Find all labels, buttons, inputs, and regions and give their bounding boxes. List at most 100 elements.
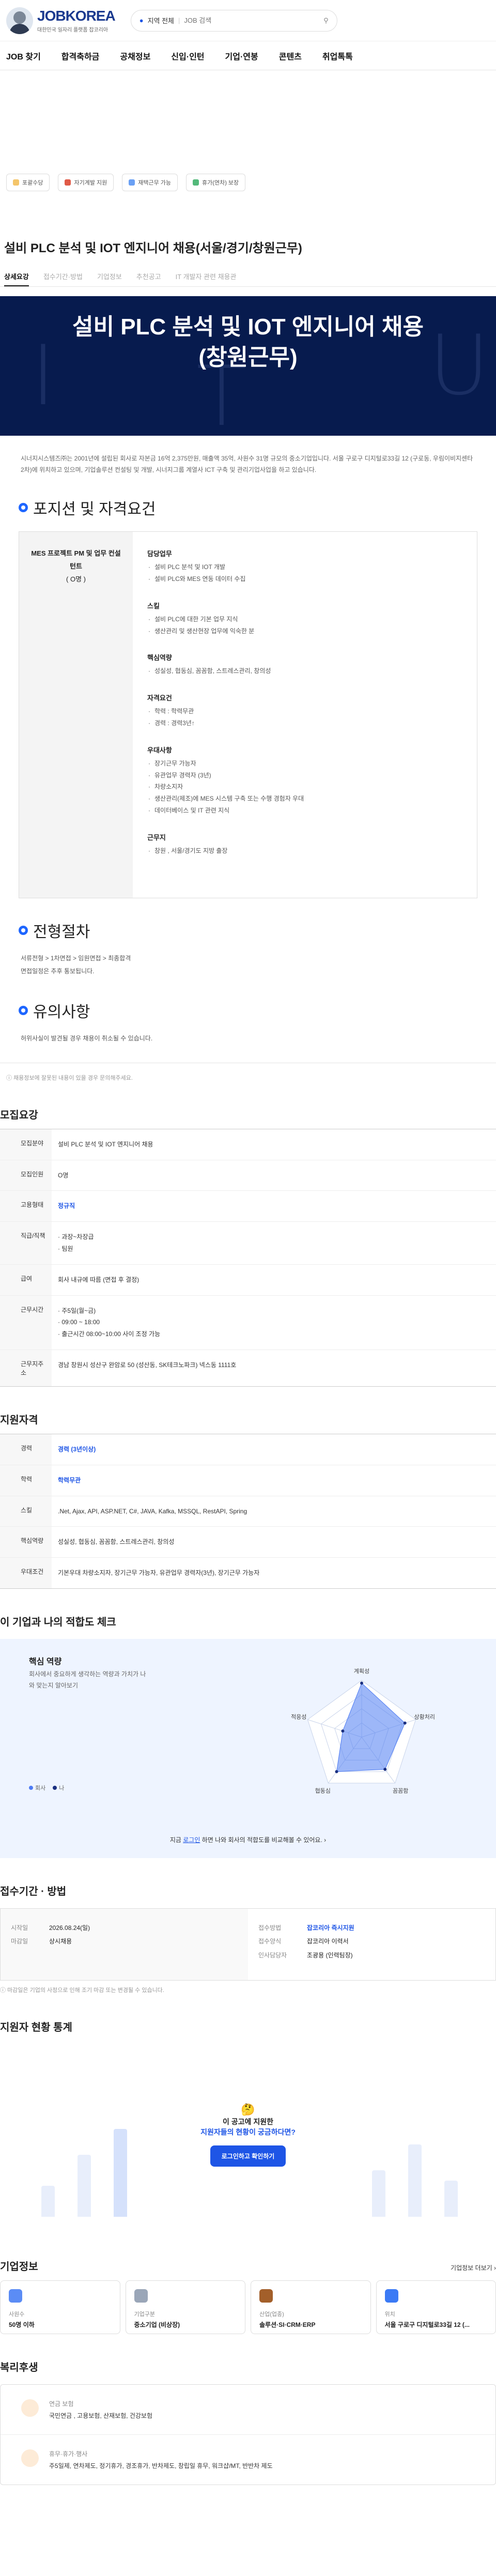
stats-panel: 🤔 이 공고에 지원한 지원자들의 현황이 궁금하다면? 로그인하고 확인하기 bbox=[0, 2046, 496, 2237]
chip-label: 재택근무 가능 bbox=[138, 180, 172, 186]
company-card-icon bbox=[384, 2289, 398, 2303]
location-select[interactable]: 지역 전체 bbox=[148, 16, 174, 25]
apply-methods: 접수방법 잡코리아 즉시지원 접수양식 잡코리아 이력서 인사담당자 조광용 (인력팀장) bbox=[248, 1908, 495, 1980]
process-step: 서류전형 > 1차면접 > 임원면접 > 최종합격 bbox=[21, 955, 131, 962]
hero-title: 설비 PLC 분석 및 IOT 엔지니어 채용 (창원근무) bbox=[0, 312, 496, 373]
radar-axis-label: 꼼꼼함 bbox=[393, 1787, 408, 1794]
chart-legend: 회사 나 bbox=[29, 1784, 64, 1792]
group-list: 장기근무 가능자유관업무 경력자 (3년)차량소지자생산관리(제조)에 MES … bbox=[147, 758, 462, 817]
welfare-category: 휴무·휴가·행사 bbox=[49, 2450, 88, 2458]
nav-public-recruit[interactable]: 공채정보 bbox=[120, 50, 150, 62]
summary-value-line: 설비 PLC 분석 및 IOT 엔지니어 채용 bbox=[58, 1140, 153, 1148]
company-title: 기업정보 bbox=[0, 2261, 38, 2273]
group-item: 차량소지자 bbox=[147, 781, 462, 793]
requirement-row: 스킬 .Net, Ajax, API, ASP.NET, C#, JAVA, Ka… bbox=[0, 1496, 496, 1527]
tab-detail[interactable]: 상세요강 bbox=[4, 267, 29, 286]
logo-subtext: 대한민국 일자리 플랫폼 잡코리아 bbox=[37, 27, 109, 33]
welfare-items: 주5일제, 연차제도, 정기휴가, 경조휴가, 반차제도, 창립일 휴무, 워크… bbox=[49, 2462, 273, 2470]
tab-it-jobs[interactable]: IT 개발자 관련 채용관 bbox=[176, 267, 237, 286]
section-qualifications: 포지션 및 자격요건 bbox=[0, 496, 496, 519]
group-item: 생산관리(제조)에 MES 시스템 구축 또는 수행 경험자 우대 bbox=[147, 793, 462, 805]
chip-label: 포괄수당 bbox=[22, 180, 43, 186]
group-title: 우대사항 bbox=[147, 746, 172, 754]
hero-banner: I T U 설비 PLC 분석 및 IOT 엔지니어 채용 (창원근무) bbox=[0, 296, 496, 436]
group-list: 성실성, 협동심, 꼼꼼함, 스트레스관리, 창의성 bbox=[147, 665, 462, 677]
company-intro: 시너지시스템즈㈜는 2001년에 설립된 회사로 자본금 16억 2,375만원… bbox=[21, 455, 473, 473]
blurred-bar bbox=[114, 2128, 127, 2217]
chip-label: 자기계발 지원 bbox=[74, 180, 107, 186]
process-step: 면접일정은 추후 통보됩니다. bbox=[21, 968, 95, 975]
nav-job-search[interactable]: JOB 찾기 bbox=[6, 50, 41, 62]
company-card-icon bbox=[9, 2289, 22, 2303]
nav-intern[interactable]: 신입·인턴 bbox=[171, 50, 204, 62]
requirement-key: 우대조건 bbox=[0, 1558, 52, 1588]
chip-label: 휴가(연차) 보장 bbox=[202, 180, 239, 186]
summary-key: 직급/직책 bbox=[0, 1222, 52, 1264]
company-card: 위치 서울 구로구 디지털로33길 12 (... bbox=[376, 2280, 496, 2334]
fit-card-title: 핵심 역량 bbox=[29, 1657, 62, 1666]
radar-axis-label: 적응성 bbox=[291, 1713, 306, 1720]
benefit-chip: 휴가(연차) 보장 bbox=[186, 174, 246, 191]
nav-talk[interactable]: 취업톡톡 bbox=[322, 50, 353, 62]
chip-icon bbox=[193, 179, 199, 186]
apply-row: 시작일 2026.08.24(일) bbox=[11, 1921, 238, 1935]
fit-panel: 핵심 역량 회사에서 중요하게 생각하는 역량과 가치가 나와 맞는지 알아보기… bbox=[0, 1638, 496, 1858]
apply-row: 마감일 상시채용 bbox=[11, 1935, 238, 1948]
radar-point bbox=[360, 1681, 363, 1685]
chevron-right-icon: › bbox=[494, 2264, 496, 2272]
group-item: 데이터베이스 및 IT 관련 지식 bbox=[147, 805, 462, 817]
group-item: 창원 , 서울/경기도 지방 출장 bbox=[147, 845, 462, 857]
info-icon: ⓘ bbox=[6, 1075, 14, 1081]
company-card-label: 사원수 bbox=[9, 2311, 25, 2318]
requirement-value: 성실성, 협동심, 꼼꼼함, 스트레스관리, 창의성 bbox=[58, 1538, 175, 1546]
company-card: 사원수 50명 이하 bbox=[0, 2280, 120, 2334]
group-item: 성실성, 협동심, 꼼꼼함, 스트레스관리, 창의성 bbox=[147, 665, 462, 677]
summary-value: O명 bbox=[52, 1160, 496, 1191]
company-head: 기업정보 기업정보 더보기 › bbox=[0, 2258, 496, 2273]
search-bar: ● 지역 전체 | ⚲ bbox=[130, 9, 337, 32]
login-link[interactable]: 로그인 bbox=[183, 1836, 200, 1844]
summary-value: 정규직 bbox=[52, 1191, 496, 1221]
qualification-group: 스킬설비 PLC에 대한 기본 업무 지식생산관리 및 생산현장 업무에 익숙한… bbox=[147, 601, 462, 637]
logo[interactable]: JOBKOREA 대한민국 일자리 플랫폼 잡코리아 bbox=[6, 7, 116, 34]
nav-company-salary[interactable]: 기업·연봉 bbox=[225, 50, 258, 62]
nav-contents[interactable]: 콘텐츠 bbox=[279, 50, 302, 62]
group-list: 설비 PLC에 대한 기본 업무 지식생산관리 및 생산현장 업무에 익숙한 분 bbox=[147, 614, 462, 637]
summary-key: 근무지주소 bbox=[0, 1350, 52, 1386]
summary-key: 근무시간 bbox=[0, 1295, 52, 1350]
login-check-button[interactable]: 로그인하고 확인하기 bbox=[210, 2145, 286, 2167]
tab-apply-period[interactable]: 접수기간·방법 bbox=[43, 267, 83, 286]
radar-axis-label: 상황처리 bbox=[414, 1713, 435, 1720]
search-input[interactable] bbox=[184, 17, 320, 24]
apply-note-text: 마감일은 기업의 사정으로 인해 조기 마감 또는 변경될 수 있습니다. bbox=[7, 1987, 164, 1994]
summary-value-line: · 09:00 ~ 18:00 bbox=[58, 1318, 100, 1326]
summary-value-line: O명 bbox=[58, 1171, 69, 1179]
legend-label: 나 bbox=[59, 1785, 65, 1791]
welfare-box: 연금 보험 국민연금 , 고용보험, 산재보험, 건강보험 휴무·휴가·행사 주5일제… bbox=[0, 2384, 496, 2485]
group-item: 설비 PLC에 대한 기본 업무 지식 bbox=[147, 614, 462, 625]
apply-title: 접수기간 · 방법 bbox=[0, 1885, 67, 1897]
welfare-items: 국민연금 , 고용보험, 산재보험, 건강보험 bbox=[49, 2412, 152, 2419]
requirement-key: 학력 bbox=[0, 1465, 52, 1496]
chip-icon bbox=[65, 179, 71, 186]
company-more-link[interactable]: 기업정보 더보기 › bbox=[451, 2263, 496, 2272]
apply-key: 마감일 bbox=[11, 1938, 28, 1945]
nav-bonus[interactable]: 합격축하금 bbox=[61, 50, 100, 62]
notice-item: 허위사실이 발견될 경우 채용이 취소될 수 있습니다. bbox=[21, 1034, 153, 1042]
company-card-icon bbox=[259, 2289, 273, 2303]
apply-value[interactable]: 잡코리아 즉시지원 bbox=[307, 1921, 354, 1935]
welfare-icon bbox=[21, 2449, 39, 2467]
report-link[interactable]: ⓘ 채용정보에 잘못된 내용이 있을 경우 문의해주세요. bbox=[0, 1074, 496, 1082]
blurred-bar bbox=[444, 2180, 458, 2217]
tab-recommend[interactable]: 추천공고 bbox=[136, 267, 161, 286]
stats-login-card: 🤔 이 공고에 지원한 지원자들의 현황이 궁금하다면? 로그인하고 확인하기 bbox=[150, 2103, 346, 2167]
logo-avatar-icon bbox=[6, 7, 33, 34]
welfare-icon bbox=[21, 2399, 39, 2417]
location-pin-icon: ● bbox=[139, 17, 144, 24]
group-list: 학력 : 학력무관경력 : 경력3년↑ bbox=[147, 706, 462, 729]
qualification-box: MES 프로젝트 PM 및 업무 컨설턴트 ( O명 ) 담당업무설비 PLC … bbox=[19, 531, 477, 899]
qualification-details: 담당업무설비 PLC 분석 및 IOT 개발설비 PLC와 MES 연동 데이터… bbox=[133, 532, 477, 898]
search-icon[interactable]: ⚲ bbox=[323, 17, 329, 25]
summary-row: 모집인원 O명 bbox=[0, 1160, 496, 1191]
tab-company-info[interactable]: 기업정보 bbox=[97, 267, 122, 286]
